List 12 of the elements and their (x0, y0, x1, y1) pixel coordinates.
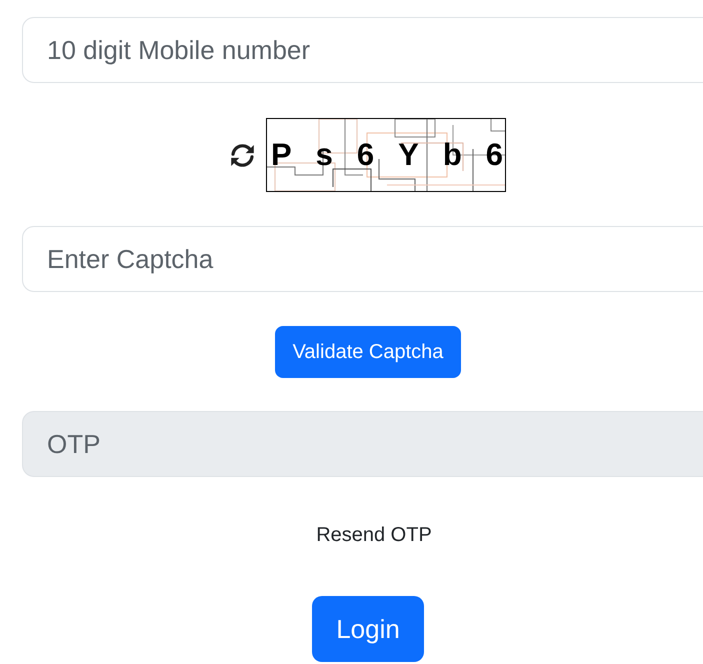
captcha-character: 6 (356, 138, 374, 172)
captcha-character: b (442, 138, 462, 172)
captcha-character: P (271, 138, 292, 172)
input-field[interactable]: 10 digit Mobile number (22, 17, 703, 83)
resend-otp-link[interactable]: Resend OTP (316, 523, 432, 547)
captcha-character: s (316, 138, 333, 172)
refresh-icon[interactable] (230, 142, 255, 168)
captcha-character: 6 (486, 138, 503, 172)
captcha-character: Y (398, 138, 419, 172)
input-field[interactable]: Enter Captcha (22, 226, 703, 292)
validate-captcha-button[interactable]: Validate Captcha (274, 326, 462, 378)
login-button[interactable]: Login (312, 596, 424, 662)
